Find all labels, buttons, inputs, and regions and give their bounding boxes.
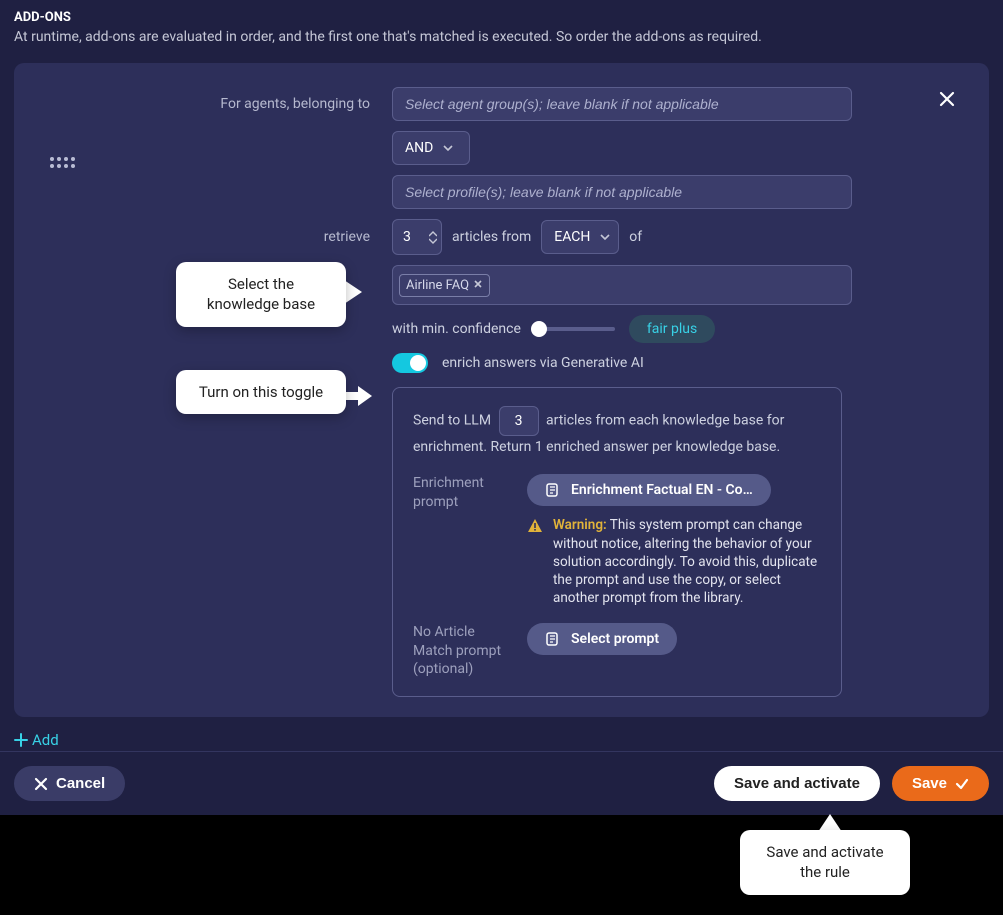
callout-select-kb: Select the knowledge base: [176, 262, 346, 327]
warning-text: Warning: This system prompt can change w…: [553, 516, 821, 607]
warning-word: Warning:: [553, 517, 607, 533]
select-prompt-chip[interactable]: Select prompt: [527, 623, 677, 655]
save-and-activate-label: Save and activate: [734, 775, 860, 792]
chevron-down-icon: [600, 232, 610, 242]
confidence-pill: fair plus: [629, 315, 715, 343]
callout-arrow-icon: [344, 280, 362, 304]
scroll-icon: [545, 482, 561, 498]
callout-turn-on-toggle: Turn on this toggle: [176, 370, 346, 414]
section-description: At runtime, add-ons are evaluated in ord…: [14, 29, 989, 45]
of-label: of: [629, 229, 642, 245]
add-label: Add: [32, 731, 59, 749]
cancel-label: Cancel: [56, 775, 105, 792]
kb-chip-label: Airline FAQ: [406, 278, 469, 293]
chip-remove-icon[interactable]: [473, 278, 483, 293]
stepper-down-icon[interactable]: [429, 238, 437, 244]
add-button[interactable]: Add: [14, 731, 59, 749]
plus-icon: [14, 733, 28, 747]
operator-select[interactable]: AND: [392, 131, 470, 165]
select-prompt-label: Select prompt: [571, 631, 659, 647]
scroll-icon: [545, 631, 561, 647]
footer-bar: Cancel Save and activate Save: [0, 751, 1003, 815]
save-and-activate-button[interactable]: Save and activate: [714, 766, 880, 801]
save-button[interactable]: Save: [892, 766, 989, 801]
enrichment-prompt-label: Enrichment prompt: [413, 474, 513, 510]
articles-from-label: articles from: [452, 229, 531, 245]
llm-count-value: 3: [515, 410, 523, 432]
save-label: Save: [912, 775, 947, 792]
agent-group-input[interactable]: [392, 87, 852, 121]
enrichment-prompt-value: Enrichment Factual EN - Co…: [571, 482, 753, 498]
retrieve-count-input[interactable]: 3: [392, 219, 442, 255]
enrich-label: enrich answers via Generative AI: [442, 355, 644, 371]
scope-value: EACH: [554, 229, 590, 245]
scope-select[interactable]: EACH: [541, 220, 619, 254]
drag-handle-icon[interactable]: [50, 157, 76, 173]
agents-label: For agents, belonging to: [42, 96, 382, 112]
section-title: ADD-ONS: [14, 10, 989, 25]
kb-tag-input[interactable]: Airline FAQ: [392, 265, 852, 305]
callout-arrow-icon: [344, 386, 372, 406]
check-icon: [955, 777, 969, 791]
enrich-panel: Send to LLM 3 articles from each knowled…: [392, 387, 842, 697]
kb-chip: Airline FAQ: [399, 274, 490, 297]
llm-pre-text: Send to LLM: [413, 413, 491, 429]
callout-save-activate: Save and activate the rule: [740, 830, 910, 895]
close-icon[interactable]: [937, 89, 957, 109]
retrieve-count-value: 3: [403, 229, 411, 245]
confidence-slider[interactable]: [535, 327, 615, 331]
slider-thumb[interactable]: [531, 321, 547, 337]
confidence-label: with min. confidence: [392, 321, 521, 337]
profile-input[interactable]: [392, 175, 852, 209]
warning-icon: [527, 518, 543, 534]
chevron-down-icon: [443, 143, 453, 153]
enrich-toggle[interactable]: [392, 353, 428, 373]
close-icon: [34, 777, 48, 791]
enrichment-prompt-chip[interactable]: Enrichment Factual EN - Co…: [527, 474, 771, 506]
stepper-up-icon[interactable]: [429, 231, 437, 237]
cancel-button[interactable]: Cancel: [14, 766, 125, 801]
operator-value: AND: [405, 140, 433, 156]
retrieve-label: retrieve: [42, 229, 382, 245]
rule-card: For agents, belonging to AND retrieve: [14, 63, 989, 717]
llm-count-input[interactable]: 3: [499, 406, 539, 436]
no-match-prompt-label: No Article Match prompt (optional): [413, 623, 513, 678]
